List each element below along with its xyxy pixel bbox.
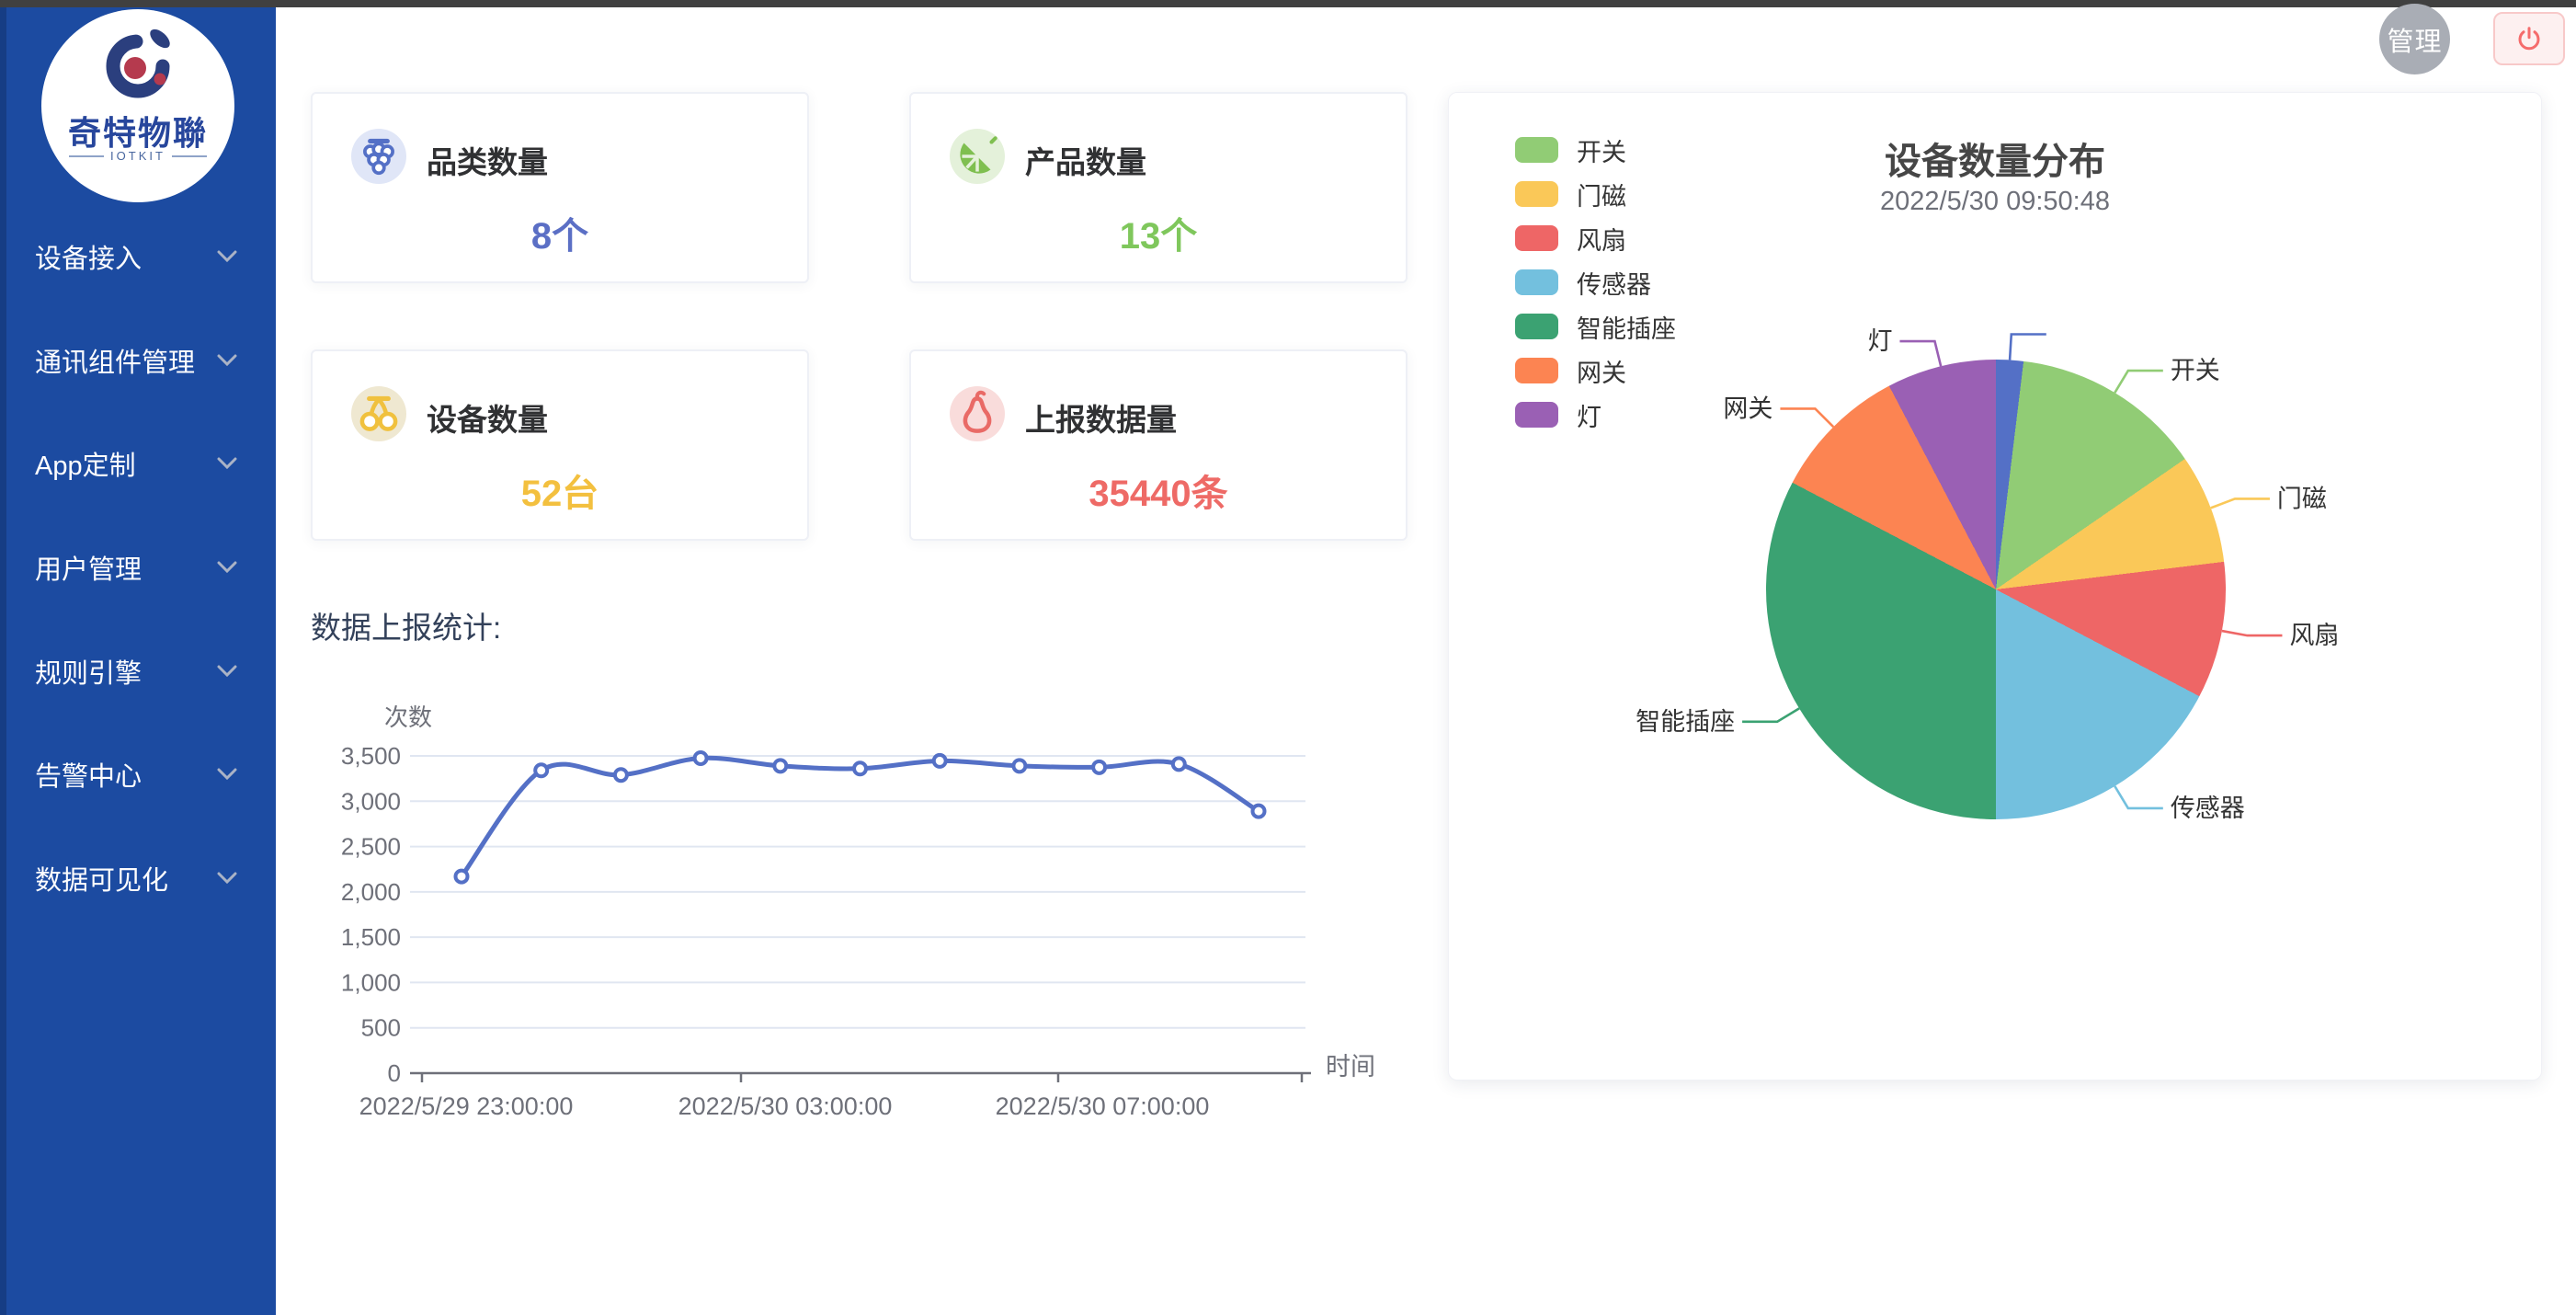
- brand-name: 奇特物聯: [41, 107, 234, 154]
- sidebar-item-app-custom[interactable]: App定制: [0, 412, 276, 516]
- line-chart[interactable]: 0 500 1,000 1,500 2,000 2,500 3,000 3,500 次数 2022…: [309, 694, 1412, 1126]
- pie-slice-label: 网关: [1723, 394, 1772, 422]
- stat-title: 品类数量: [427, 138, 548, 182]
- svg-text:1,500: 1,500: [341, 923, 401, 951]
- svg-text:时间: 时间: [1326, 1053, 1375, 1081]
- window-top-strip: [0, 0, 2576, 7]
- stat-value: 35440条: [911, 463, 1406, 517]
- sidebar-item-label: 规则引擎: [35, 652, 142, 691]
- chevron-down-icon: [217, 354, 237, 367]
- stat-value: 13个: [911, 206, 1406, 259]
- sidebar-item-label: 用户管理: [35, 548, 142, 587]
- pie-callout-overlay: 开关门磁风扇传感器 智能插座 网关 灯: [1449, 93, 2543, 1081]
- sidebar-item-comm-components[interactable]: 通讯组件管理: [0, 309, 276, 413]
- brand-swirl-icon: [92, 18, 184, 110]
- svg-text:2022/5/30 07:00:00: 2022/5/30 07:00:00: [996, 1092, 1210, 1120]
- stat-card-reported-data: 上报数据量 35440条: [909, 349, 1408, 541]
- stat-title: 设备数量: [427, 395, 548, 440]
- lemon-icon: [950, 129, 1005, 184]
- chevron-down-icon: [217, 457, 237, 470]
- stat-value: 8个: [313, 206, 807, 259]
- stat-card-products: 产品数量 13个: [909, 92, 1408, 283]
- svg-text:次数: 次数: [384, 703, 432, 731]
- sidebar-menu: 设备接入 通讯组件管理 App定制 用户管理 规则引擎 告警中心 数据可见化: [0, 205, 276, 930]
- chevron-down-icon: [217, 665, 237, 678]
- avatar[interactable]: 管理: [2379, 4, 2450, 74]
- sidebar: 奇特物聯 IOTKIT 设备接入 通讯组件管理 App定制 用户管理 规则引擎 …: [0, 7, 276, 1315]
- grapes-icon: [351, 129, 406, 184]
- sidebar-item-label: 设备接入: [35, 237, 142, 276]
- sidebar-item-data-visualization[interactable]: 数据可见化: [0, 827, 276, 931]
- power-icon: [2515, 25, 2543, 52]
- pear-icon: [950, 386, 1005, 441]
- svg-text:2022/5/29 23:00:00: 2022/5/29 23:00:00: [359, 1092, 574, 1120]
- pie-slice-label: 开关: [2171, 357, 2220, 384]
- chevron-down-icon: [217, 768, 237, 781]
- svg-text:500: 500: [361, 1014, 401, 1042]
- brand-subtitle: IOTKIT: [41, 149, 234, 163]
- pie-slice-label: 灯: [1867, 327, 1892, 355]
- svg-text:2,500: 2,500: [341, 833, 401, 861]
- line-chart-section-title: 数据上报统计:: [311, 603, 501, 647]
- stat-title: 产品数量: [1025, 138, 1146, 182]
- stat-title: 上报数据量: [1025, 395, 1177, 440]
- logout-button[interactable]: [2493, 12, 2565, 65]
- svg-text:3,000: 3,000: [341, 787, 401, 815]
- sidebar-item-alarm-center[interactable]: 告警中心: [0, 723, 276, 827]
- chevron-down-icon: [217, 872, 237, 885]
- dashboard-screen: 奇特物聯 IOTKIT 设备接入 通讯组件管理 App定制 用户管理 规则引擎 …: [0, 0, 2576, 1315]
- sidebar-item-label: 通讯组件管理: [35, 341, 195, 380]
- brand-rule-right: [172, 155, 207, 157]
- svg-text:2,000: 2,000: [341, 878, 401, 906]
- brand-logo: 奇特物聯 IOTKIT: [41, 9, 234, 202]
- svg-text:0: 0: [388, 1059, 401, 1087]
- stat-value: 52台: [313, 463, 807, 517]
- brand-rule-left: [69, 155, 104, 157]
- sidebar-item-label: App定制: [35, 444, 136, 483]
- line-chart-canvas: 0 500 1,000 1,500 2,000 2,500 3,000 3,500 次数 2022…: [309, 694, 1412, 1126]
- brand-subtitle-text: IOTKIT: [110, 149, 165, 163]
- pie-slice-label: 传感器: [2171, 795, 2245, 822]
- svg-text:3,500: 3,500: [341, 742, 401, 770]
- pie-chart-card: 设备数量分布 2022/5/30 09:50:48 开关门磁风扇传感器智能插座网…: [1448, 92, 2542, 1081]
- pie-slice-label: 门磁: [2277, 485, 2327, 512]
- pie-slice-label: 风扇: [2289, 622, 2339, 649]
- sidebar-item-rule-engine[interactable]: 规则引擎: [0, 619, 276, 723]
- svg-text:2022/5/30 03:00:00: 2022/5/30 03:00:00: [678, 1092, 893, 1120]
- sidebar-item-user-mgmt[interactable]: 用户管理: [0, 516, 276, 620]
- stat-card-categories: 品类数量 8个: [311, 92, 809, 283]
- chevron-down-icon: [217, 561, 237, 574]
- chevron-down-icon: [217, 250, 237, 263]
- sidebar-item-label: 告警中心: [35, 755, 142, 794]
- cherry-icon: [351, 386, 406, 441]
- stat-card-devices: 设备数量 52台: [311, 349, 809, 541]
- sidebar-item-label: 数据可见化: [35, 859, 168, 898]
- sidebar-item-device-access[interactable]: 设备接入: [0, 205, 276, 309]
- svg-text:1,000: 1,000: [341, 968, 401, 996]
- pie-slice-label: 智能插座: [1636, 708, 1735, 736]
